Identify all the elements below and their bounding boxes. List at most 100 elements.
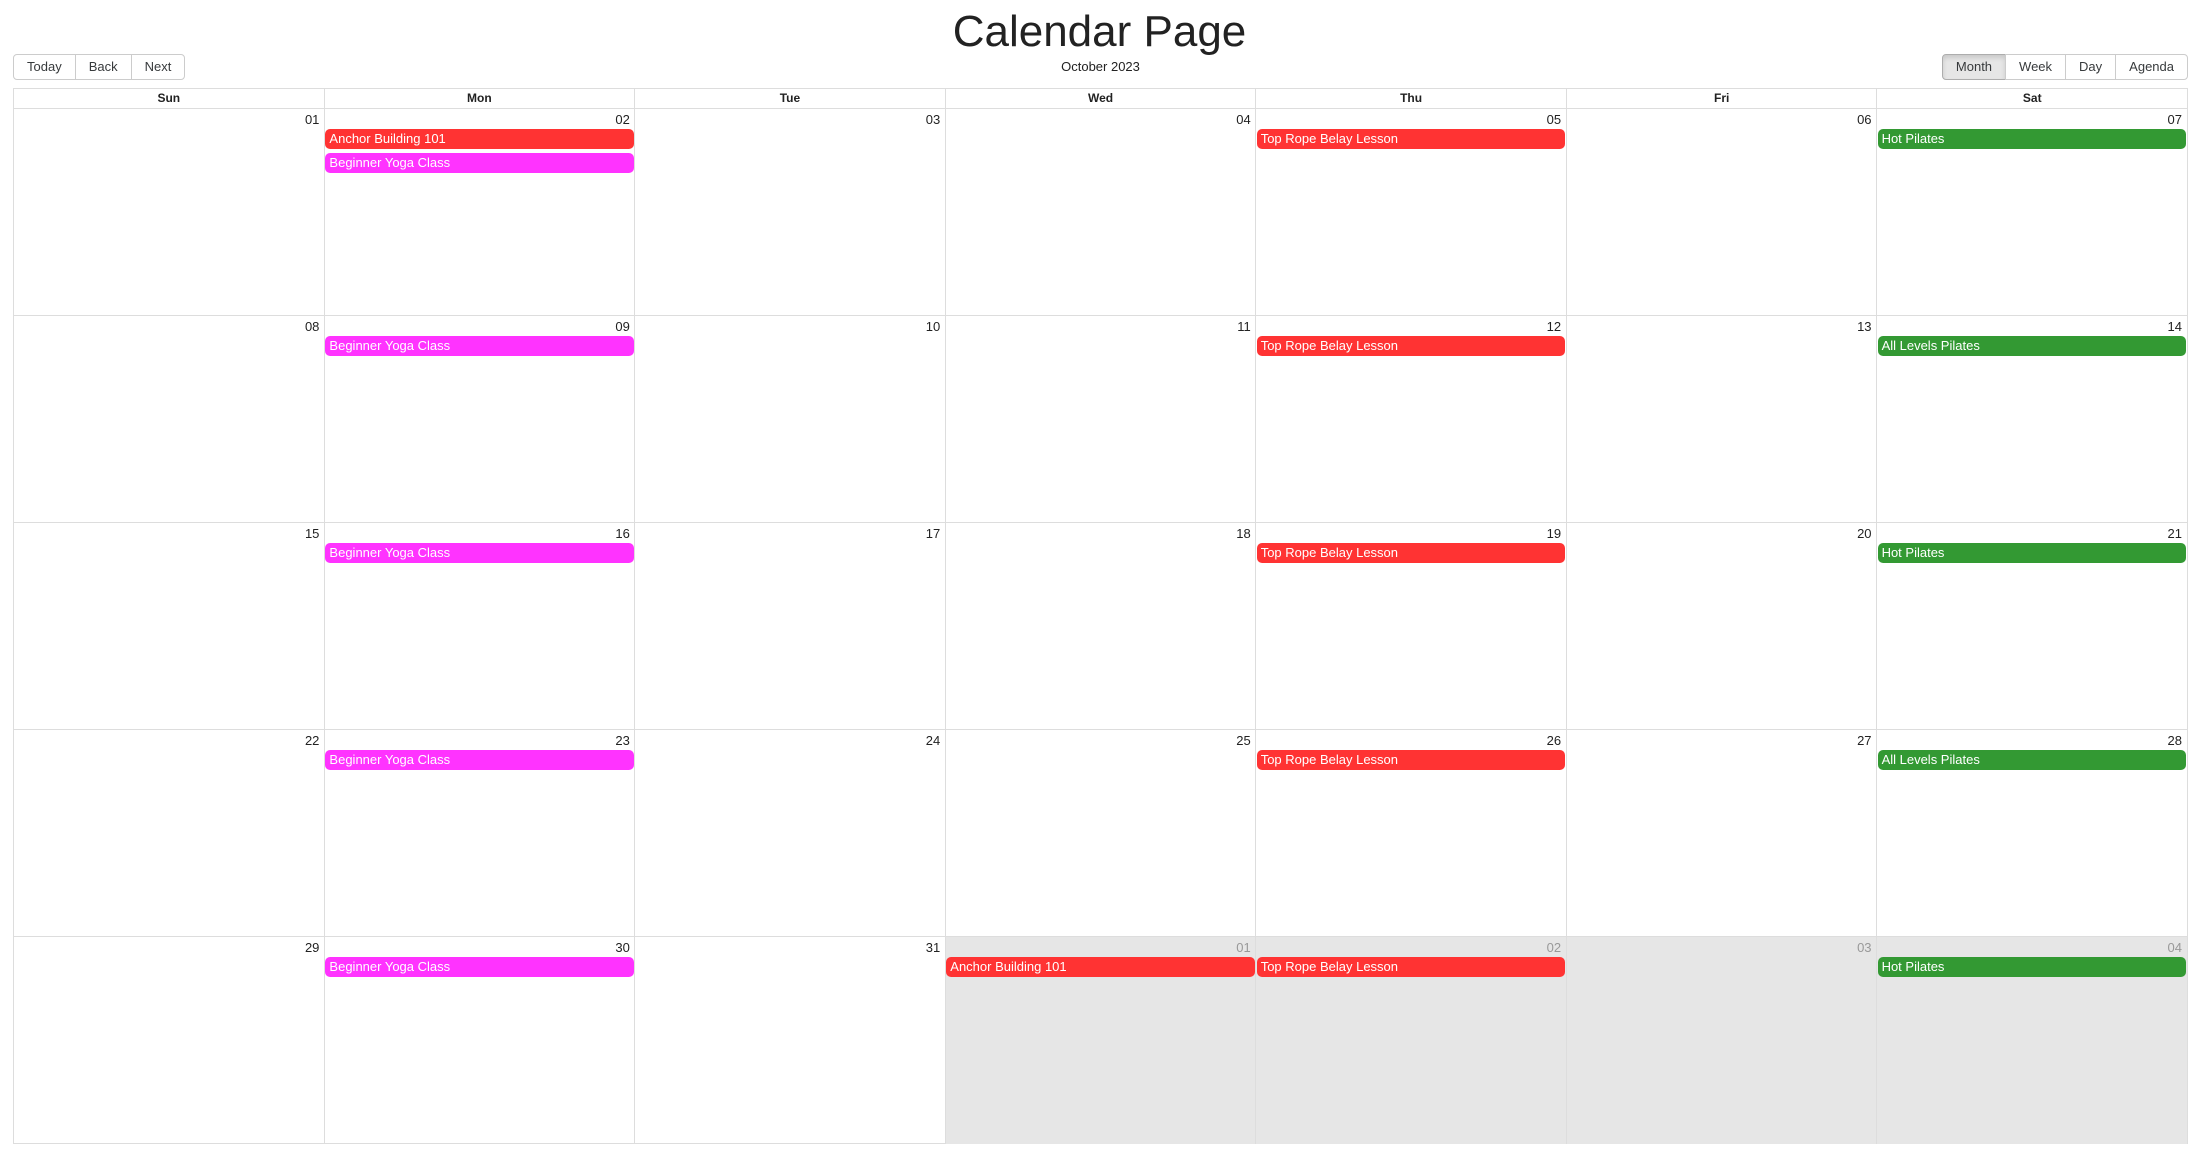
weekday-wed: Wed <box>944 89 1256 108</box>
week-row: 08 09 10 11 12 13 14 Beginner Yoga Class Top Rop… <box>14 316 2187 523</box>
today-button[interactable]: Today <box>13 54 76 80</box>
date-number[interactable]: 29 <box>14 937 324 957</box>
page-title: Calendar Page <box>952 7 1247 56</box>
weekday-header: Sun Mon Tue Wed Thu Fri Sat <box>14 89 2187 109</box>
day-cell[interactable] <box>634 937 945 1144</box>
date-number[interactable]: 15 <box>14 523 324 543</box>
current-month-label: October 2023 <box>1061 59 1140 74</box>
date-number[interactable]: 28 <box>1877 730 2187 750</box>
weekday-tue: Tue <box>634 89 945 108</box>
next-button[interactable]: Next <box>130 54 186 80</box>
day-cell[interactable] <box>14 109 324 315</box>
date-number[interactable]: 02 <box>324 109 634 129</box>
day-cell[interactable] <box>14 316 324 522</box>
day-cell[interactable] <box>14 937 324 1144</box>
view-day-button[interactable]: Day <box>2065 54 2117 80</box>
day-cell[interactable] <box>1565 316 1877 522</box>
day-cell[interactable] <box>944 109 1256 315</box>
date-number[interactable]: 05 <box>1256 109 1566 129</box>
date-number[interactable]: 16 <box>324 523 634 543</box>
day-cell[interactable] <box>944 316 1256 522</box>
date-number[interactable]: 11 <box>945 316 1255 336</box>
date-number[interactable]: 18 <box>945 523 1255 543</box>
date-number[interactable]: 07 <box>1877 109 2187 129</box>
calendar-event[interactable]: Top Rope Belay Lesson <box>1256 543 1566 563</box>
calendar-event[interactable]: Beginner Yoga Class <box>325 543 634 563</box>
day-cell[interactable] <box>1565 937 1877 1144</box>
weekday-mon: Mon <box>323 89 635 108</box>
date-number[interactable]: 02 <box>1256 937 1566 957</box>
calendar-event[interactable]: All Levels Pilates <box>1877 336 2186 356</box>
view-agenda-button[interactable]: Agenda <box>2115 54 2188 80</box>
date-number-row: 01 02 03 04 05 06 07 <box>14 109 2187 129</box>
date-number[interactable]: 01 <box>945 937 1255 957</box>
nav-button-group: Today Back Next <box>13 54 186 80</box>
date-number[interactable]: 22 <box>14 730 324 750</box>
month-view: Sun Mon Tue Wed Thu Fri Sat 01 02 03 04 05 06… <box>13 88 2188 1144</box>
calendar-event[interactable]: Top Rope Belay Lesson <box>1256 129 1566 149</box>
date-number[interactable]: 17 <box>635 523 945 543</box>
date-number[interactable]: 31 <box>635 937 945 957</box>
view-month-button[interactable]: Month <box>1941 54 2007 80</box>
calendar-event[interactable]: Top Rope Belay Lesson <box>1256 957 1566 977</box>
date-number[interactable]: 20 <box>1566 523 1876 543</box>
day-cell[interactable] <box>944 523 1256 729</box>
calendar-event[interactable]: Anchor Building 101 <box>946 957 1255 977</box>
day-cell[interactable] <box>634 523 945 729</box>
back-button[interactable]: Back <box>74 54 132 80</box>
calendar-event[interactable]: Hot Pilates <box>1877 129 2186 149</box>
day-cell[interactable] <box>634 730 945 936</box>
view-week-button[interactable]: Week <box>2005 54 2067 80</box>
day-cell[interactable] <box>14 523 324 729</box>
weekday-sun: Sun <box>157 91 181 105</box>
calendar-event[interactable]: Hot Pilates <box>1877 957 2186 977</box>
date-number[interactable]: 21 <box>1877 523 2187 543</box>
day-cell[interactable] <box>1565 523 1877 729</box>
date-number-row: 22 23 24 25 26 27 28 <box>14 730 2187 750</box>
weekday-thu: Thu <box>1255 89 1566 108</box>
date-number[interactable]: 30 <box>324 937 634 957</box>
day-cell[interactable] <box>944 730 1256 936</box>
week-row: 15 16 17 18 19 20 21 Beginner Yoga Class Top Rop… <box>14 523 2187 730</box>
date-number[interactable]: 14 <box>1877 316 2187 336</box>
week-row: 22 23 24 25 26 27 28 Beginner Yoga Class Top Rop… <box>14 730 2187 937</box>
date-number[interactable]: 04 <box>1877 937 2187 957</box>
date-number[interactable]: 25 <box>945 730 1255 750</box>
calendar-event[interactable]: Anchor Building 101 <box>325 129 634 149</box>
calendar-event[interactable]: Beginner Yoga Class <box>325 336 634 356</box>
view-button-group: Month Week Day Agenda <box>1941 54 2188 80</box>
day-cell[interactable] <box>1565 109 1877 315</box>
date-number[interactable]: 09 <box>324 316 634 336</box>
weekday-sat: Sat <box>1876 89 2187 108</box>
date-number[interactable]: 19 <box>1256 523 1566 543</box>
date-number[interactable]: 12 <box>1256 316 1566 336</box>
date-number[interactable]: 04 <box>945 109 1255 129</box>
calendar-event[interactable]: Top Rope Belay Lesson <box>1256 750 1566 770</box>
day-cell[interactable] <box>14 730 324 936</box>
date-number[interactable]: 08 <box>14 316 324 336</box>
calendar-event[interactable]: Beginner Yoga Class <box>325 957 634 977</box>
day-cell[interactable] <box>1565 730 1877 936</box>
date-number[interactable]: 24 <box>635 730 945 750</box>
weekday-fri: Fri <box>1565 89 1877 108</box>
calendar-toolbar: Today Back Next October 2023 Month Week … <box>13 54 2188 82</box>
calendar-event[interactable]: All Levels Pilates <box>1877 750 2186 770</box>
date-number[interactable]: 26 <box>1256 730 1566 750</box>
date-number[interactable]: 10 <box>635 316 945 336</box>
date-number[interactable]: 03 <box>1566 937 1876 957</box>
date-number[interactable]: 13 <box>1566 316 1876 336</box>
day-cell[interactable] <box>634 316 945 522</box>
calendar-event[interactable]: Top Rope Belay Lesson <box>1256 336 1566 356</box>
calendar-event[interactable]: Beginner Yoga Class <box>325 153 634 173</box>
date-number[interactable]: 27 <box>1566 730 1876 750</box>
date-number[interactable]: 23 <box>324 730 634 750</box>
week-row: 29 30 31 01 02 03 04 Beginner Yoga Class Anchor … <box>14 937 2188 1144</box>
date-number[interactable]: 01 <box>14 109 324 129</box>
date-number[interactable]: 03 <box>635 109 945 129</box>
day-cell[interactable] <box>634 109 945 315</box>
calendar-event[interactable]: Hot Pilates <box>1877 543 2186 563</box>
weeks-container: 01 02 03 04 05 06 07 Anchor Building 101 Beginne… <box>14 109 2188 1144</box>
calendar-event[interactable]: Beginner Yoga Class <box>325 750 634 770</box>
date-number[interactable]: 06 <box>1566 109 1876 129</box>
date-number-row: 15 16 17 18 19 20 21 <box>14 523 2187 543</box>
